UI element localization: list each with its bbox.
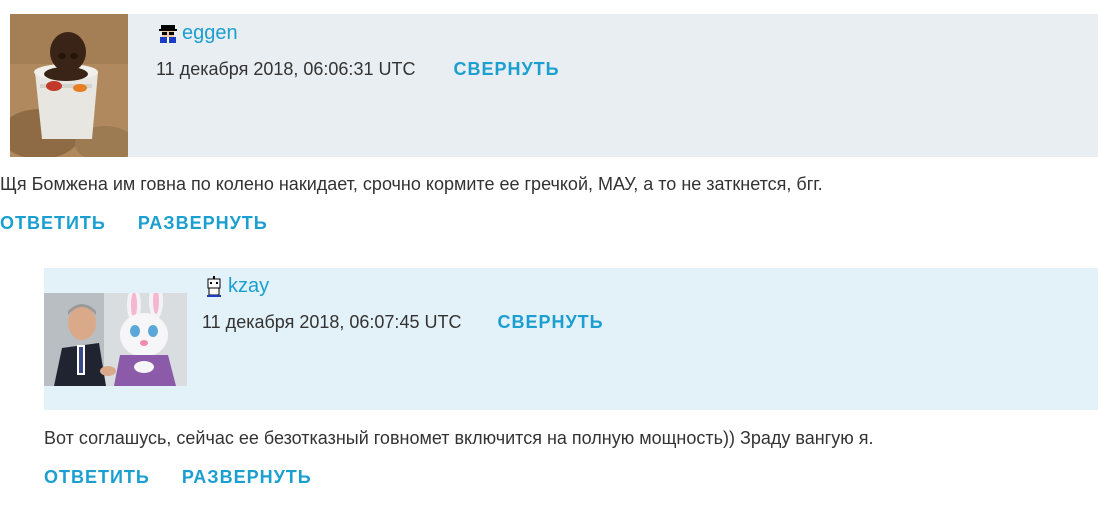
comment: kzay 11 декабря 2018, 06:07:45 UTC СВЕРН… xyxy=(44,268,1098,487)
child-in-bucket-photo xyxy=(10,14,128,157)
comment-header: eggen 11 декабря 2018, 06:06:31 UTC СВЕР… xyxy=(10,14,1098,157)
comment-text: Вот соглашусь, сейчас ее безотказный гов… xyxy=(44,428,874,448)
collapse-button[interactable]: СВЕРНУТЬ xyxy=(497,312,603,333)
comment-header: kzay 11 декабря 2018, 06:07:45 UTC СВЕРН… xyxy=(44,268,1098,410)
username-link[interactable]: kzay xyxy=(228,275,269,298)
collapse-button[interactable]: СВЕРНУТЬ xyxy=(453,59,559,80)
comments-page: eggen 11 декабря 2018, 06:06:31 UTC СВЕР… xyxy=(0,0,1098,505)
timestamp: 11 декабря 2018, 06:06:31 UTC xyxy=(156,59,416,79)
comment-actions: ОТВЕТИТЬ РАЗВЕРНУТЬ xyxy=(0,213,268,234)
comment-actions: ОТВЕТИТЬ РАЗВЕРНУТЬ xyxy=(44,467,312,488)
comment: eggen 11 декабря 2018, 06:06:31 UTC СВЕР… xyxy=(0,14,1098,233)
user-line: kzay xyxy=(204,275,269,298)
comment-text: Щя Бомжена им говна по колено накидает, … xyxy=(0,174,823,194)
user-line: eggen xyxy=(158,22,238,45)
timestamp: 11 декабря 2018, 06:07:45 UTC xyxy=(202,312,462,332)
reply-button[interactable]: ОТВЕТИТЬ xyxy=(44,467,150,488)
expand-button[interactable]: РАЗВЕРНУТЬ xyxy=(138,213,268,234)
meta-line: 11 декабря 2018, 06:07:45 UTC СВЕРНУТЬ xyxy=(202,312,604,333)
avatar[interactable] xyxy=(44,293,187,386)
avatar[interactable] xyxy=(10,14,128,157)
man-with-bunny-costume-photo xyxy=(44,293,187,386)
meta-line: 11 декабря 2018, 06:06:31 UTC СВЕРНУТЬ xyxy=(156,59,560,80)
reply-button[interactable]: ОТВЕТИТЬ xyxy=(0,213,106,234)
username-link[interactable]: eggen xyxy=(182,22,238,45)
spy-user-icon xyxy=(158,23,178,45)
expand-button[interactable]: РАЗВЕРНУТЬ xyxy=(182,467,312,488)
robot-user-icon xyxy=(204,275,224,298)
